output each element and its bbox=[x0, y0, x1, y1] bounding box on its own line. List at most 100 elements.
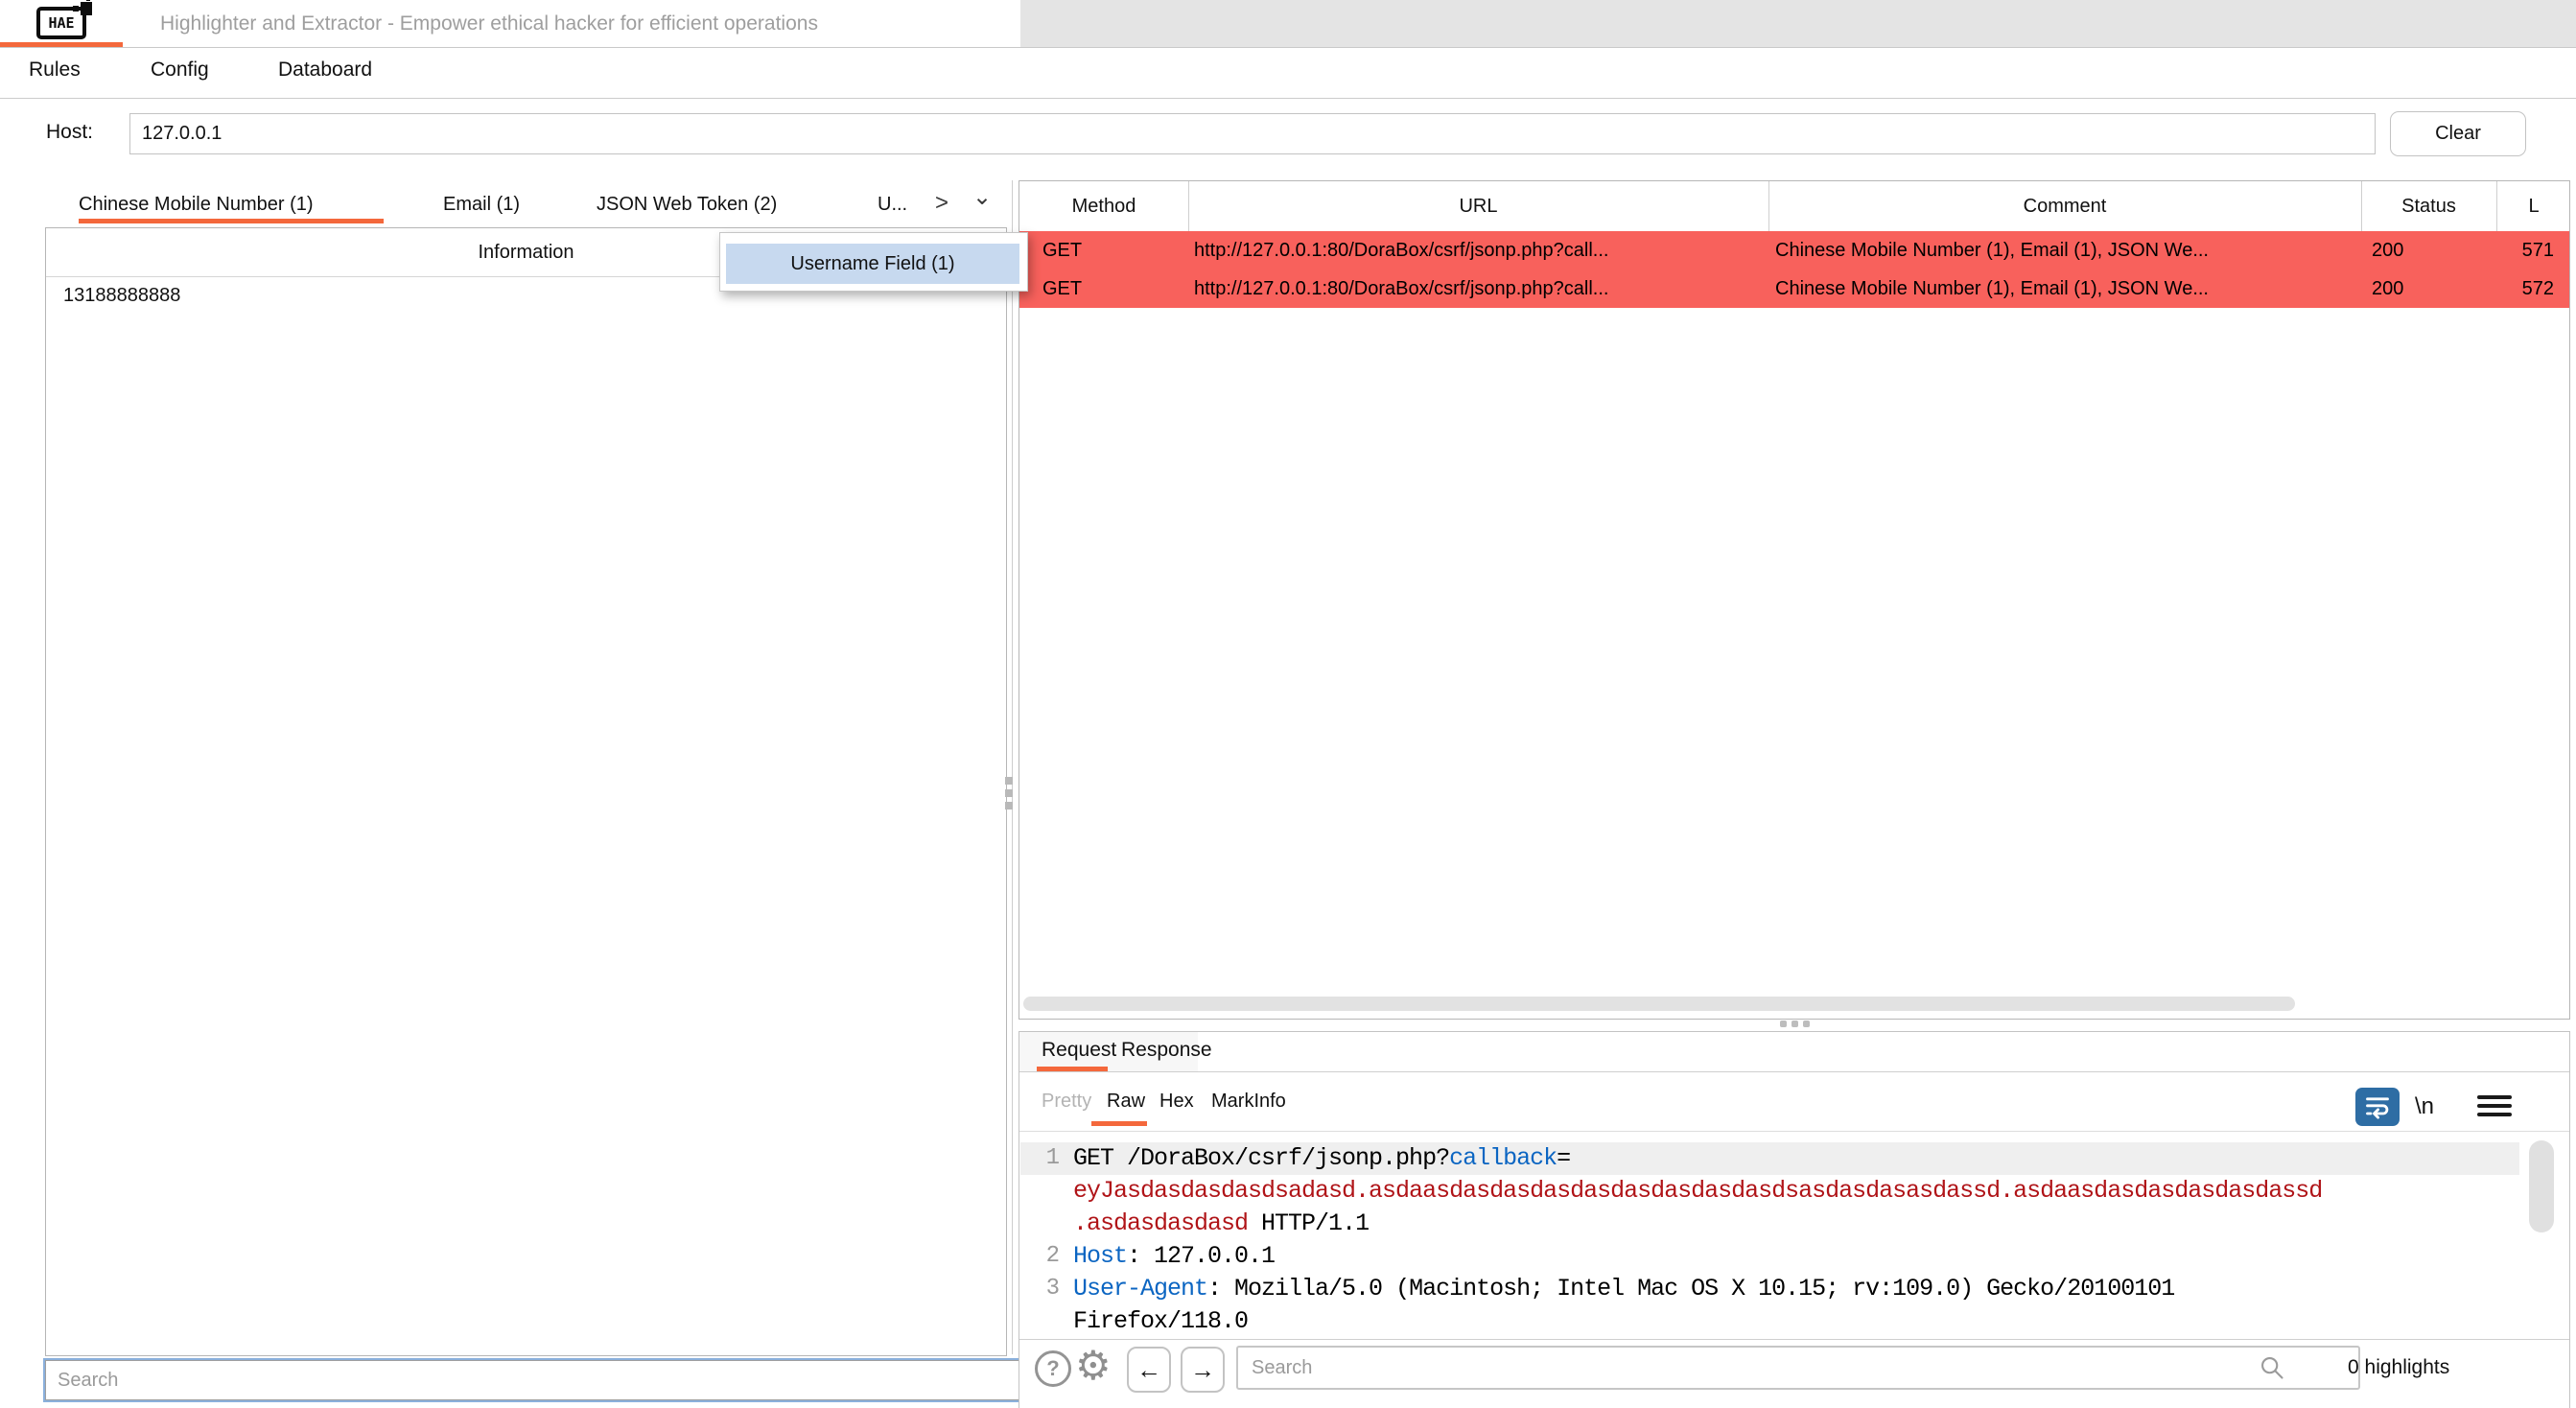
editor-menu-icon[interactable] bbox=[2477, 1095, 2512, 1118]
hae-logo-icon: HAE bbox=[36, 7, 86, 39]
datatype-tab-email-1[interactable]: Email (1) bbox=[443, 188, 520, 221]
tab-overflow-dropdown-icon[interactable]: ⌄ bbox=[972, 180, 992, 215]
column-header-l[interactable]: L bbox=[2496, 181, 2571, 231]
datatype-tab-json-web-token-2[interactable]: JSON Web Token (2) bbox=[597, 188, 777, 221]
editor-text-segment: User-Agent bbox=[1073, 1275, 1207, 1302]
cell-comment: Chinese Mobile Number (1), Email (1), JS… bbox=[1775, 231, 2209, 270]
line-number: 2 bbox=[1019, 1240, 1060, 1273]
column-header-method[interactable]: Method bbox=[1019, 181, 1188, 231]
cell-method: GET bbox=[1042, 231, 1082, 270]
column-separator bbox=[1768, 181, 1769, 231]
editor-text-segment: callback bbox=[1449, 1144, 1557, 1172]
hae-logo-pixel bbox=[86, 0, 90, 1]
gear-icon[interactable]: ⚙ bbox=[1075, 1343, 1112, 1389]
cell-method: GET bbox=[1042, 270, 1082, 308]
data-search-input[interactable] bbox=[45, 1360, 1021, 1400]
hae-logo-pixel bbox=[73, 6, 79, 12]
host-label: Host: bbox=[46, 99, 93, 165]
selected-extension-tab-underline bbox=[0, 42, 123, 47]
vertical-splitter-handle[interactable] bbox=[1005, 802, 1013, 810]
divider bbox=[1019, 1071, 2569, 1072]
editor-text-segment: eyJasdasdasdasdsadasd.asdaasdasdasdasdas… bbox=[1073, 1177, 2322, 1205]
vertical-splitter-handle[interactable] bbox=[1005, 789, 1013, 797]
host-input[interactable] bbox=[129, 113, 2376, 154]
datatype-tab-chinese-mobile-number-1[interactable]: Chinese Mobile Number (1) bbox=[79, 188, 314, 221]
selected-view-tab-underline bbox=[1091, 1121, 1147, 1126]
tab-config[interactable]: Config bbox=[151, 48, 209, 92]
column-separator bbox=[2361, 181, 2362, 231]
editor-line: User-Agent: Mozilla/5.0 (Macintosh; Inte… bbox=[1073, 1273, 2174, 1305]
window-titlebar: HAE Highlighter and Extractor - Empower … bbox=[0, 0, 2576, 48]
cell-url: http://127.0.0.1:80/DoraBox/csrf/jsonp.p… bbox=[1194, 270, 1608, 308]
request-row[interactable]: GET http://127.0.0.1:80/DoraBox/csrf/json… bbox=[1019, 270, 2569, 308]
requests-table: MethodURLCommentStatusL GET http://127.0.… bbox=[1019, 180, 2570, 1020]
editor-search-input[interactable] bbox=[1236, 1346, 2360, 1390]
show-newlines-toggle[interactable]: \n bbox=[2415, 1088, 2434, 1126]
horizontal-splitter-handle[interactable] bbox=[1803, 1021, 1810, 1027]
horizontal-splitter-handle[interactable] bbox=[1791, 1021, 1798, 1027]
extracted-data-panel: Information 13188888888 bbox=[45, 227, 1007, 1356]
vertical-splitter-handle[interactable] bbox=[1005, 777, 1013, 785]
message-tab-request[interactable]: Request bbox=[1042, 1032, 1116, 1068]
editor-text-segment: Firefox/118.0 bbox=[1073, 1307, 1248, 1335]
line-number: 1 bbox=[1019, 1142, 1060, 1175]
horizontal-splitter-handle[interactable] bbox=[1780, 1021, 1787, 1027]
message-editor-panel: RequestResponse PrettyRawHexMarkInfo \n … bbox=[1019, 1031, 2570, 1408]
vertical-splitter[interactable] bbox=[1012, 180, 1013, 1354]
editor-line: Host: 127.0.0.1 bbox=[1073, 1240, 1275, 1273]
editor-line: GET /DoraBox/csrf/jsonp.php?callback= bbox=[1073, 1142, 1570, 1175]
editor-text-segment: HTTP/1.1 bbox=[1248, 1209, 1369, 1237]
divider bbox=[1019, 1339, 2569, 1340]
horizontal-scrollbar[interactable] bbox=[1023, 997, 2295, 1011]
column-header-status[interactable]: Status bbox=[2361, 181, 2496, 231]
cell-length: 572 bbox=[2522, 270, 2554, 308]
cell-status: 200 bbox=[2372, 231, 2403, 270]
tab-rules[interactable]: Rules bbox=[29, 48, 81, 92]
view-tab-markinfo[interactable]: MarkInfo bbox=[1211, 1082, 1286, 1120]
editor-text-segment: Host bbox=[1073, 1242, 1127, 1270]
clear-button[interactable]: Clear bbox=[2390, 111, 2526, 156]
hae-logo-pixel bbox=[81, 2, 92, 15]
highlights-count-label: 0 highlights bbox=[2348, 1346, 2449, 1390]
vertical-scrollbar[interactable] bbox=[2529, 1140, 2554, 1232]
line-number: 3 bbox=[1019, 1273, 1060, 1305]
cell-length: 571 bbox=[2522, 231, 2554, 270]
datatype-overflow-dropdown: Username Field (1) bbox=[719, 232, 1028, 292]
editor-line: eyJasdasdasdasdsadasd.asdaasdasdasdasdas… bbox=[1073, 1175, 2322, 1208]
message-tab-response[interactable]: Response bbox=[1121, 1032, 1212, 1068]
column-header-url[interactable]: URL bbox=[1188, 181, 1768, 231]
view-tab-raw[interactable]: Raw bbox=[1107, 1082, 1145, 1120]
dropdown-item-username-field-1[interactable]: Username Field (1) bbox=[726, 244, 1019, 284]
editor-text-segment: GET /DoraBox/csrf/jsonp.php? bbox=[1073, 1144, 1449, 1172]
column-separator bbox=[2496, 181, 2497, 231]
editor-line: Firefox/118.0 bbox=[1073, 1305, 1248, 1338]
host-bar: Host: Clear bbox=[0, 99, 2576, 165]
column-separator bbox=[1188, 181, 1189, 231]
tab-scroll-right-icon[interactable]: > bbox=[935, 186, 948, 221]
editor-text-segment: .asdasdasdasd bbox=[1073, 1209, 1248, 1237]
editor-line: .asdasdasdasd HTTP/1.1 bbox=[1073, 1208, 1369, 1240]
column-header-comment[interactable]: Comment bbox=[1768, 181, 2361, 231]
word-wrap-icon bbox=[2361, 1093, 2394, 1120]
tab-databoard[interactable]: Databoard bbox=[278, 48, 372, 92]
next-match-button[interactable]: → bbox=[1181, 1347, 1225, 1393]
editor-text-segment: : 127.0.0.1 bbox=[1127, 1242, 1275, 1270]
titlebar-background bbox=[1020, 0, 2576, 47]
view-tab-pretty[interactable]: Pretty bbox=[1042, 1082, 1091, 1120]
previous-match-button[interactable]: ← bbox=[1127, 1347, 1171, 1393]
editor-text-segment: : Mozilla/5.0 (Macintosh; Intel Mac OS X… bbox=[1207, 1275, 2174, 1302]
selected-datatype-underline bbox=[79, 219, 384, 223]
view-tab-hex[interactable]: Hex bbox=[1159, 1082, 1194, 1120]
app-title: Highlighter and Extractor - Empower ethi… bbox=[160, 0, 818, 47]
cell-comment: Chinese Mobile Number (1), Email (1), JS… bbox=[1775, 270, 2209, 308]
cell-status: 200 bbox=[2372, 270, 2403, 308]
help-icon[interactable]: ? bbox=[1035, 1350, 1071, 1387]
word-wrap-toggle-button[interactable] bbox=[2355, 1088, 2400, 1126]
request-row[interactable]: GET http://127.0.0.1:80/DoraBox/csrf/json… bbox=[1019, 231, 2569, 270]
main-tab-bar: Rules Config Databoard bbox=[0, 48, 2576, 99]
divider bbox=[1019, 1131, 2569, 1132]
editor-text-segment: = bbox=[1557, 1144, 1570, 1172]
datatype-tab-u[interactable]: U... bbox=[878, 188, 907, 221]
cell-url: http://127.0.0.1:80/DoraBox/csrf/jsonp.p… bbox=[1194, 231, 1608, 270]
search-icon bbox=[2259, 1354, 2285, 1381]
